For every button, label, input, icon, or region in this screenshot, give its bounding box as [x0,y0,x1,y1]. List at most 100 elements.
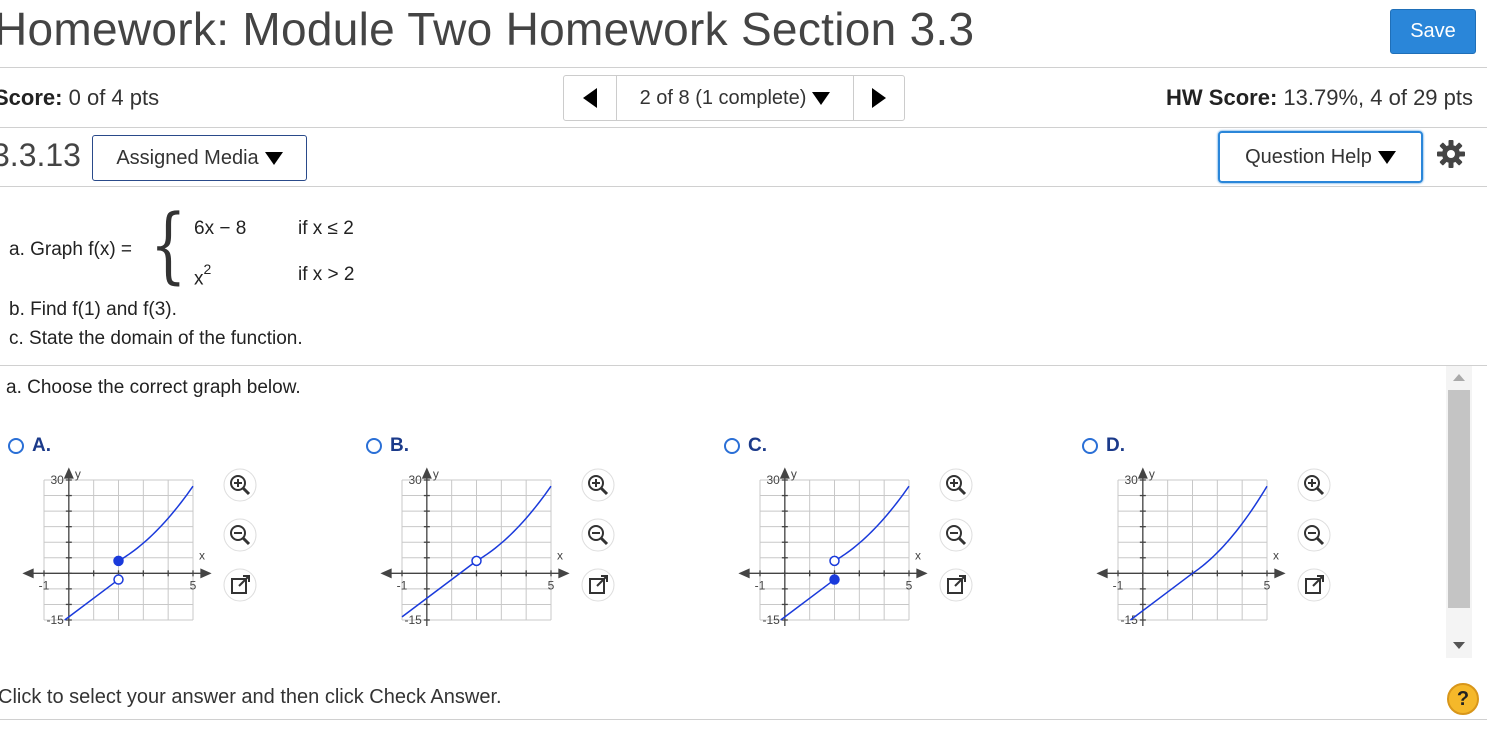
save-button[interactable]: Save [1390,9,1476,54]
part-b-text: b. Find f(1) and f(3). [9,299,177,320]
question-navigator: 2 of 8 (1 complete) [563,75,905,121]
answer-option-c[interactable]: C. [724,435,767,457]
piece1-condition: if x ≤ 2 [298,218,354,239]
function-curve [1129,485,1268,621]
option-letter: D. [1106,435,1125,456]
graph-grid [43,479,194,621]
answer-option-a[interactable]: A. [8,435,51,457]
function-curve [64,485,194,621]
x-tick-label: 5 [190,578,197,592]
closed-endpoint [113,555,124,567]
scroll-down-icon[interactable] [1453,642,1465,649]
arrow-right-icon [872,88,886,108]
y-tick-label: 30 [408,473,422,487]
footer-instruction: Click to select your answer and then cli… [0,686,502,708]
zoom-out-icon[interactable] [223,518,257,552]
x-axis-label: x [915,548,921,562]
previous-question-button[interactable] [564,76,617,120]
radio-button[interactable] [8,438,24,454]
question-help-dropdown[interactable]: Question Help [1218,131,1423,183]
y-axis-label: y [791,467,797,481]
option-letter: C. [748,435,767,456]
x-tick-label: 5 [906,578,913,592]
answer-option-d[interactable]: D. [1082,435,1125,457]
arrow-left-icon [583,88,597,108]
zoom-in-icon[interactable] [223,468,257,502]
piece1-expression: 6x − 8 [194,218,247,239]
question-number: 3.3.13 [0,137,81,173]
open-external-icon[interactable] [939,568,973,602]
graph-grid [401,479,552,621]
caret-down-icon [264,151,283,165]
divider [0,365,1487,366]
answer-graph: yx30-15-1 5 [1096,467,1286,627]
x-tick-label: -1 [397,578,408,592]
x-axis-label: x [1273,548,1279,562]
radio-button[interactable] [724,438,740,454]
zoom-in-icon[interactable] [581,468,615,502]
y-tick-label: -15 [762,613,780,627]
open-endpoint [471,555,482,567]
option-letter: A. [32,435,51,456]
scrollbar-thumb[interactable] [1448,390,1470,608]
function-curve [780,485,910,621]
gear-icon[interactable] [1436,139,1466,174]
y-axis-label: y [1149,467,1155,481]
zoom-in-icon[interactable] [1297,468,1331,502]
divider [0,186,1487,187]
question-score: Score: 0 of 4 pts [0,85,160,110]
help-icon[interactable]: ? [1447,683,1479,715]
zoom-out-icon[interactable] [1297,518,1331,552]
question-select-dropdown[interactable]: 2 of 8 (1 complete) [617,76,854,120]
page-title: Homework: Module Two Homework Section 3.… [0,3,975,55]
closed-endpoint [829,574,840,585]
x-axis-label: x [557,548,563,562]
option-letter: B. [390,435,409,456]
graph-axes [1096,467,1286,626]
graph-axes [22,467,212,626]
y-tick-label: -15 [1120,613,1138,627]
x-tick-label: -1 [1113,578,1124,592]
x-tick-label: -1 [39,578,50,592]
next-question-button[interactable] [854,76,904,120]
divider [0,719,1487,720]
homework-score: HW Score: 13.79%, 4 of 29 pts [1166,85,1473,110]
y-tick-label: 30 [1124,473,1138,487]
caret-down-icon [812,91,831,105]
piece2-condition: if x > 2 [298,264,355,285]
y-tick-label: 30 [766,473,780,487]
x-tick-label: 5 [548,578,555,592]
scroll-up-icon[interactable] [1453,374,1465,381]
answer-option-b[interactable]: B. [366,435,409,457]
part-c-text: c. State the domain of the function. [9,328,303,349]
open-external-icon[interactable] [581,568,615,602]
zoom-in-icon[interactable] [939,468,973,502]
x-tick-label: 5 [1264,578,1271,592]
y-axis-label: y [75,467,81,481]
y-tick-label: -15 [46,613,64,627]
answer-graph: yx30-15-1 5 [380,467,570,627]
open-external-icon[interactable] [1297,568,1331,602]
answer-graph: yx30-15-1 5 [22,467,212,627]
divider [0,67,1487,68]
caret-down-icon [1377,150,1396,164]
piece2-expression: x2 [194,261,212,290]
graph-grid [759,479,910,621]
assigned-media-dropdown[interactable]: Assigned Media [92,135,307,181]
zoom-out-icon[interactable] [939,518,973,552]
graph-axes [380,467,570,626]
y-tick-label: -15 [404,613,422,627]
graph-axes [738,467,928,626]
answer-graph: yx30-15-1 5 [738,467,928,627]
radio-button[interactable] [1082,438,1098,454]
radio-button[interactable] [366,438,382,454]
open-external-icon[interactable] [223,568,257,602]
open-endpoint [829,555,840,567]
answer-prompt: a. Choose the correct graph below. [6,377,301,398]
graph-grid [1117,479,1268,621]
y-tick-label: 30 [50,473,64,487]
divider [0,127,1487,128]
x-axis-label: x [199,548,205,562]
zoom-out-icon[interactable] [581,518,615,552]
part-a-text: a. Graph f(x) = [9,239,133,260]
